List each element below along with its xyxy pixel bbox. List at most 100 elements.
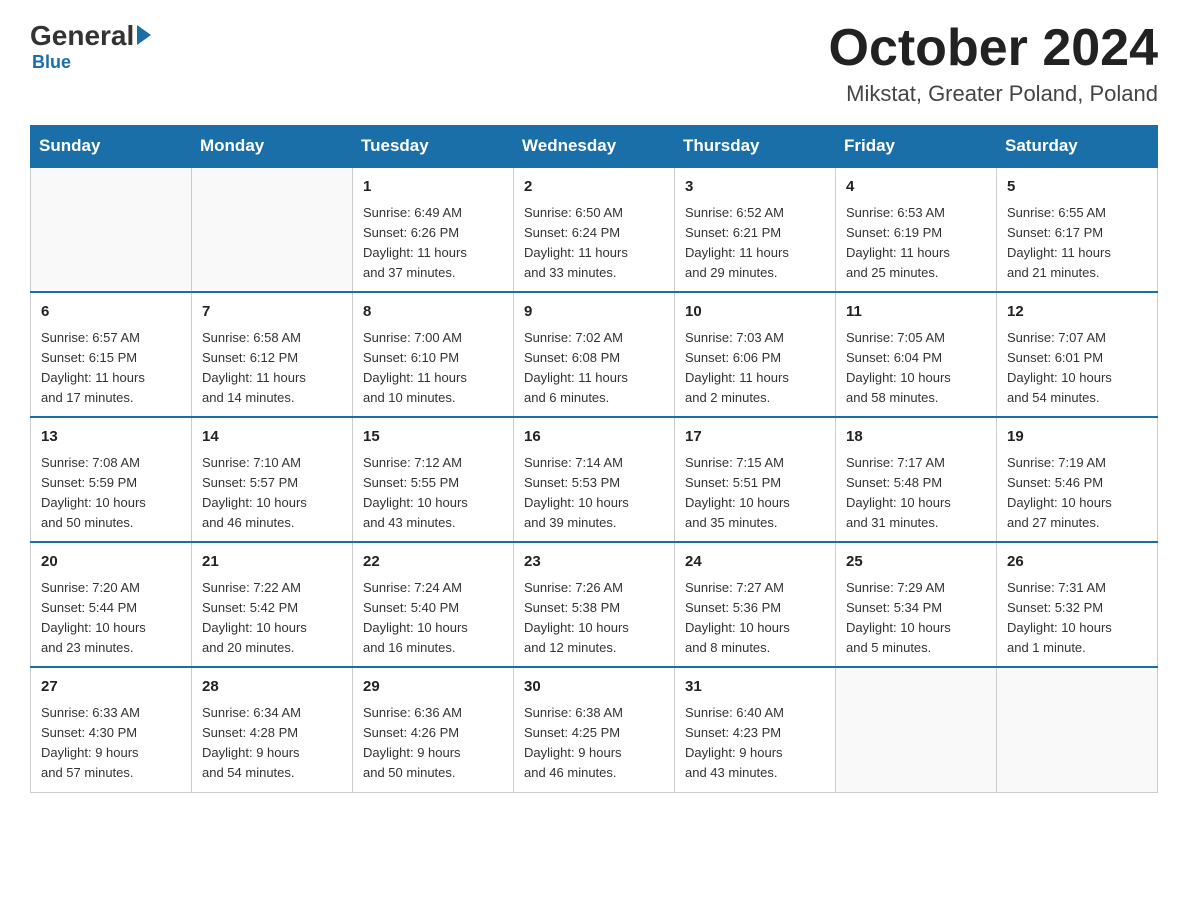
- header-friday: Friday: [836, 126, 997, 168]
- day-info: Sunrise: 6:52 AMSunset: 6:21 PMDaylight:…: [685, 203, 825, 284]
- logo-general-text: General: [30, 20, 134, 52]
- header-wednesday: Wednesday: [514, 126, 675, 168]
- calendar-cell: 5 Sunrise: 6:55 AMSunset: 6:17 PMDaylight…: [997, 167, 1158, 292]
- calendar-cell: 20 Sunrise: 7:20 AMSunset: 5:44 PMDayligh…: [31, 542, 192, 667]
- day-info: Sunrise: 7:20 AMSunset: 5:44 PMDaylight:…: [41, 578, 181, 659]
- week-row-4: 20 Sunrise: 7:20 AMSunset: 5:44 PMDayligh…: [31, 542, 1158, 667]
- calendar-cell: 21 Sunrise: 7:22 AMSunset: 5:42 PMDayligh…: [192, 542, 353, 667]
- calendar-cell: 1Sunrise: 6:49 AMSunset: 6:26 PMDaylight…: [353, 167, 514, 292]
- day-number: 1: [363, 176, 503, 199]
- day-info: Sunrise: 6:53 AMSunset: 6:19 PMDaylight:…: [846, 203, 986, 284]
- calendar-cell: 29Sunrise: 6:36 AMSunset: 4:26 PMDayligh…: [353, 667, 514, 792]
- day-info: Sunrise: 7:31 AMSunset: 5:32 PMDaylight:…: [1007, 578, 1147, 659]
- day-info: Sunrise: 7:00 AMSunset: 6:10 PMDaylight:…: [363, 328, 503, 409]
- calendar-cell: 11Sunrise: 7:05 AMSunset: 6:04 PMDayligh…: [836, 292, 997, 417]
- day-info: Sunrise: 7:10 AMSunset: 5:57 PMDaylight:…: [202, 453, 342, 534]
- day-number: 22: [363, 551, 503, 574]
- calendar-cell: 25 Sunrise: 7:29 AMSunset: 5:34 PMDayligh…: [836, 542, 997, 667]
- day-number: 6: [41, 301, 181, 324]
- calendar-cell: 14 Sunrise: 7:10 AMSunset: 5:57 PMDayligh…: [192, 417, 353, 542]
- calendar-cell: 24 Sunrise: 7:27 AMSunset: 5:36 PMDayligh…: [675, 542, 836, 667]
- header-sunday: Sunday: [31, 126, 192, 168]
- day-number: 14: [202, 426, 342, 449]
- day-info: Sunrise: 7:17 AMSunset: 5:48 PMDaylight:…: [846, 453, 986, 534]
- calendar-cell: 8Sunrise: 7:00 AMSunset: 6:10 PMDaylight…: [353, 292, 514, 417]
- calendar-cell: 30 Sunrise: 6:38 AMSunset: 4:25 PMDayligh…: [514, 667, 675, 792]
- calendar-cell: [997, 667, 1158, 792]
- header-saturday: Saturday: [997, 126, 1158, 168]
- day-info: Sunrise: 7:19 AMSunset: 5:46 PMDaylight:…: [1007, 453, 1147, 534]
- day-info: Sunrise: 7:24 AMSunset: 5:40 PMDaylight:…: [363, 578, 503, 659]
- day-number: 3: [685, 176, 825, 199]
- calendar-cell: 22 Sunrise: 7:24 AMSunset: 5:40 PMDayligh…: [353, 542, 514, 667]
- calendar-cell: 17 Sunrise: 7:15 AMSunset: 5:51 PMDayligh…: [675, 417, 836, 542]
- header-monday: Monday: [192, 126, 353, 168]
- day-number: 9: [524, 301, 664, 324]
- calendar-cell: 6 Sunrise: 6:57 AMSunset: 6:15 PMDaylight…: [31, 292, 192, 417]
- day-info: Sunrise: 6:33 AMSunset: 4:30 PMDaylight:…: [41, 703, 181, 784]
- day-number: 18: [846, 426, 986, 449]
- day-number: 15: [363, 426, 503, 449]
- day-number: 31: [685, 676, 825, 699]
- day-number: 2: [524, 176, 664, 199]
- day-number: 4: [846, 176, 986, 199]
- day-info: Sunrise: 7:22 AMSunset: 5:42 PMDaylight:…: [202, 578, 342, 659]
- day-info: Sunrise: 6:38 AMSunset: 4:25 PMDaylight:…: [524, 703, 664, 784]
- day-number: 19: [1007, 426, 1147, 449]
- day-info: Sunrise: 7:03 AMSunset: 6:06 PMDaylight:…: [685, 328, 825, 409]
- calendar-cell: 23 Sunrise: 7:26 AMSunset: 5:38 PMDayligh…: [514, 542, 675, 667]
- header-thursday: Thursday: [675, 126, 836, 168]
- day-info: Sunrise: 7:14 AMSunset: 5:53 PMDaylight:…: [524, 453, 664, 534]
- header: General Blue October 2024 Mikstat, Great…: [30, 20, 1158, 107]
- day-info: Sunrise: 7:29 AMSunset: 5:34 PMDaylight:…: [846, 578, 986, 659]
- week-row-2: 6 Sunrise: 6:57 AMSunset: 6:15 PMDaylight…: [31, 292, 1158, 417]
- day-info: Sunrise: 6:50 AMSunset: 6:24 PMDaylight:…: [524, 203, 664, 284]
- logo-triangle-icon: [137, 25, 151, 45]
- day-number: 21: [202, 551, 342, 574]
- day-info: Sunrise: 7:15 AMSunset: 5:51 PMDaylight:…: [685, 453, 825, 534]
- day-info: Sunrise: 6:55 AMSunset: 6:17 PMDaylight:…: [1007, 203, 1147, 284]
- day-number: 24: [685, 551, 825, 574]
- day-number: 17: [685, 426, 825, 449]
- day-info: Sunrise: 7:12 AMSunset: 5:55 PMDaylight:…: [363, 453, 503, 534]
- calendar-cell: 9 Sunrise: 7:02 AMSunset: 6:08 PMDaylight…: [514, 292, 675, 417]
- day-info: Sunrise: 6:40 AMSunset: 4:23 PMDaylight:…: [685, 703, 825, 784]
- calendar-cell: 16Sunrise: 7:14 AMSunset: 5:53 PMDayligh…: [514, 417, 675, 542]
- calendar-cell: 12Sunrise: 7:07 AMSunset: 6:01 PMDayligh…: [997, 292, 1158, 417]
- day-number: 28: [202, 676, 342, 699]
- day-number: 20: [41, 551, 181, 574]
- logo: General Blue: [30, 20, 151, 73]
- calendar-cell: 2 Sunrise: 6:50 AMSunset: 6:24 PMDaylight…: [514, 167, 675, 292]
- day-number: 25: [846, 551, 986, 574]
- calendar-cell: 27Sunrise: 6:33 AMSunset: 4:30 PMDayligh…: [31, 667, 192, 792]
- calendar-table: Sunday Monday Tuesday Wednesday Thursday…: [30, 125, 1158, 792]
- day-info: Sunrise: 7:02 AMSunset: 6:08 PMDaylight:…: [524, 328, 664, 409]
- weekday-header-row: Sunday Monday Tuesday Wednesday Thursday…: [31, 126, 1158, 168]
- day-number: 13: [41, 426, 181, 449]
- day-number: 7: [202, 301, 342, 324]
- calendar-cell: 7 Sunrise: 6:58 AMSunset: 6:12 PMDaylight…: [192, 292, 353, 417]
- header-tuesday: Tuesday: [353, 126, 514, 168]
- logo-blue-text: Blue: [32, 52, 71, 73]
- day-number: 5: [1007, 176, 1147, 199]
- calendar-cell: 3 Sunrise: 6:52 AMSunset: 6:21 PMDaylight…: [675, 167, 836, 292]
- location-title: Mikstat, Greater Poland, Poland: [829, 81, 1159, 107]
- calendar-cell: 18 Sunrise: 7:17 AMSunset: 5:48 PMDayligh…: [836, 417, 997, 542]
- title-area: October 2024 Mikstat, Greater Poland, Po…: [829, 20, 1159, 107]
- week-row-3: 13 Sunrise: 7:08 AMSunset: 5:59 PMDayligh…: [31, 417, 1158, 542]
- calendar-cell: 13 Sunrise: 7:08 AMSunset: 5:59 PMDayligh…: [31, 417, 192, 542]
- calendar-cell: 28Sunrise: 6:34 AMSunset: 4:28 PMDayligh…: [192, 667, 353, 792]
- day-info: Sunrise: 6:57 AMSunset: 6:15 PMDaylight:…: [41, 328, 181, 409]
- calendar-cell: [192, 167, 353, 292]
- day-number: 30: [524, 676, 664, 699]
- day-info: Sunrise: 7:27 AMSunset: 5:36 PMDaylight:…: [685, 578, 825, 659]
- day-info: Sunrise: 7:26 AMSunset: 5:38 PMDaylight:…: [524, 578, 664, 659]
- day-number: 10: [685, 301, 825, 324]
- day-number: 23: [524, 551, 664, 574]
- day-info: Sunrise: 6:58 AMSunset: 6:12 PMDaylight:…: [202, 328, 342, 409]
- calendar-cell: 31 Sunrise: 6:40 AMSunset: 4:23 PMDayligh…: [675, 667, 836, 792]
- calendar-cell: [836, 667, 997, 792]
- day-info: Sunrise: 7:08 AMSunset: 5:59 PMDaylight:…: [41, 453, 181, 534]
- day-number: 12: [1007, 301, 1147, 324]
- week-row-1: 1Sunrise: 6:49 AMSunset: 6:26 PMDaylight…: [31, 167, 1158, 292]
